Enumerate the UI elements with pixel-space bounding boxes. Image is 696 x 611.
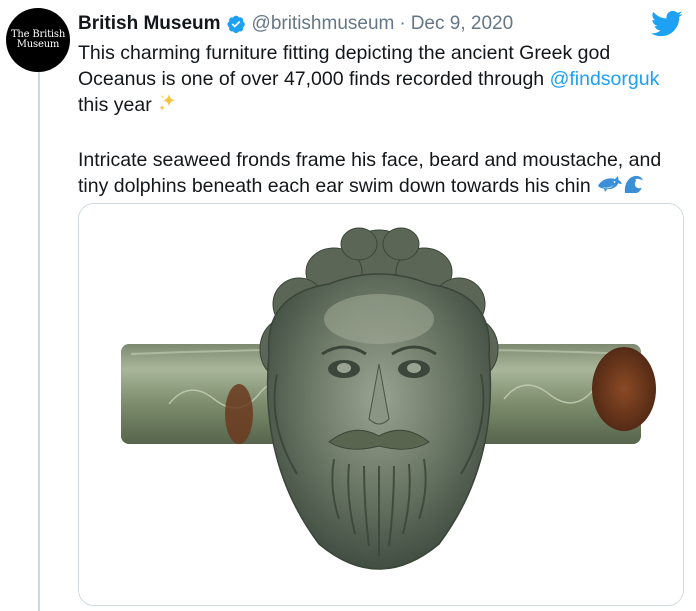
bronze-oceanus-mask-photo [79, 204, 683, 605]
thread-line [38, 72, 40, 611]
wave-icon [622, 173, 646, 202]
tweet-text: This charming furniture fitting depictin… [78, 40, 688, 202]
tweet-media-image[interactable] [78, 203, 684, 606]
display-name[interactable]: British Museum [78, 13, 221, 35]
dolphin-icon [596, 173, 622, 202]
tweet-header: British Museum @britishmuseum · Dec 9, 2… [78, 12, 513, 36]
tweet-text-part-2: this year [78, 94, 152, 116]
verified-badge-icon [226, 14, 246, 34]
twitter-bird-icon[interactable] [651, 10, 683, 38]
mention-link[interactable]: @findsorguk [550, 68, 660, 90]
tweet-paragraph-2: Intricate seaweed fronds frame his face,… [78, 147, 688, 202]
avatar[interactable]: The British Museum [6, 8, 70, 72]
sparkles-icon [157, 92, 179, 121]
avatar-logo-line-2: Museum [16, 39, 60, 50]
tweet-paragraph-1: This charming furniture fitting depictin… [78, 40, 688, 121]
tweet-date[interactable]: Dec 9, 2020 [411, 13, 513, 35]
header-separator: · [399, 13, 406, 34]
tweet-card[interactable]: The British Museum British Museum @briti… [0, 0, 696, 611]
tweet-text-part-1: This charming furniture fitting depictin… [78, 42, 611, 90]
tweet-text-paragraph-2: Intricate seaweed fronds frame his face,… [78, 149, 662, 197]
account-handle[interactable]: @britishmuseum [252, 13, 395, 35]
